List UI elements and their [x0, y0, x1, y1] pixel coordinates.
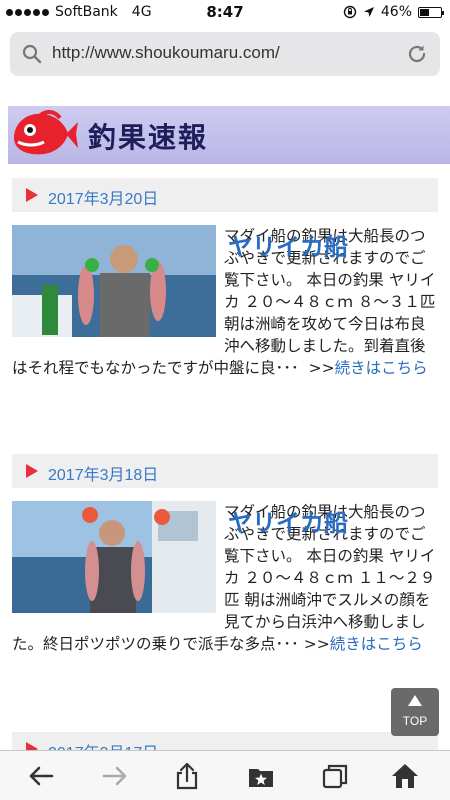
bookmarks-icon[interactable] [246, 761, 276, 791]
address-bar[interactable]: http://www.shoukoumaru.com/ [10, 32, 440, 76]
date-header: 2017年3月20日 [12, 178, 438, 212]
post-photo[interactable] [12, 225, 216, 337]
browser-toolbar [0, 750, 450, 800]
post-photo[interactable] [12, 501, 216, 613]
rotation-lock-icon [343, 5, 357, 19]
bullet-triangle-icon [26, 742, 38, 750]
post-title[interactable]: ヤリイカ船 [228, 227, 348, 262]
arrow-up-icon [408, 695, 422, 706]
search-icon [22, 44, 42, 64]
banner-title: 釣果速報 [88, 121, 209, 154]
status-right: 46% [343, 4, 444, 20]
top-label: TOP [402, 714, 428, 728]
date-header: 2017年3月17日 [12, 732, 438, 750]
bullet-triangle-icon [26, 188, 38, 202]
post-date[interactable]: 2017年3月17日 [48, 739, 158, 750]
post-item: マダイ船の釣果は大船長のつぶやきで更新されますのでご覧下さい。 本日の釣果 ヤリ… [12, 225, 442, 445]
bullet-triangle-icon [26, 464, 38, 478]
share-icon[interactable] [172, 761, 202, 791]
date-header: 2017年3月18日 [12, 454, 438, 488]
page-content: 釣果速報 2017年3月20日 マダイ船の釣果は大船長のつぶやきで更新されますの… [0, 96, 450, 750]
status-bar: SoftBank 4G 8:47 46% [0, 0, 450, 24]
red-fish-logo-icon [14, 110, 78, 155]
reload-icon[interactable] [406, 43, 428, 65]
location-icon [363, 7, 374, 17]
post-title[interactable]: ヤリイカ船 [228, 503, 348, 538]
battery-icon [418, 6, 444, 18]
scroll-to-top-button[interactable]: TOP [391, 688, 439, 736]
post-date[interactable]: 2017年3月20日 [48, 185, 158, 209]
post-date[interactable]: 2017年3月18日 [48, 461, 158, 485]
back-icon[interactable] [26, 761, 56, 791]
section-banner: 釣果速報 [8, 106, 450, 164]
battery-percent: 46% [380, 4, 412, 20]
post-item: マダイ船の釣果は大船長のつぶやきで更新されますのでご覧下さい。 本日の釣果 ヤリ… [12, 501, 442, 721]
forward-icon[interactable] [100, 761, 130, 791]
url-text[interactable]: http://www.shoukoumaru.com/ [52, 43, 280, 63]
read-more-link[interactable]: 続きはこちら [330, 635, 423, 653]
tabs-icon[interactable] [320, 761, 350, 791]
home-icon[interactable] [390, 761, 420, 791]
read-more-link[interactable]: 続きはこちら [335, 359, 428, 377]
